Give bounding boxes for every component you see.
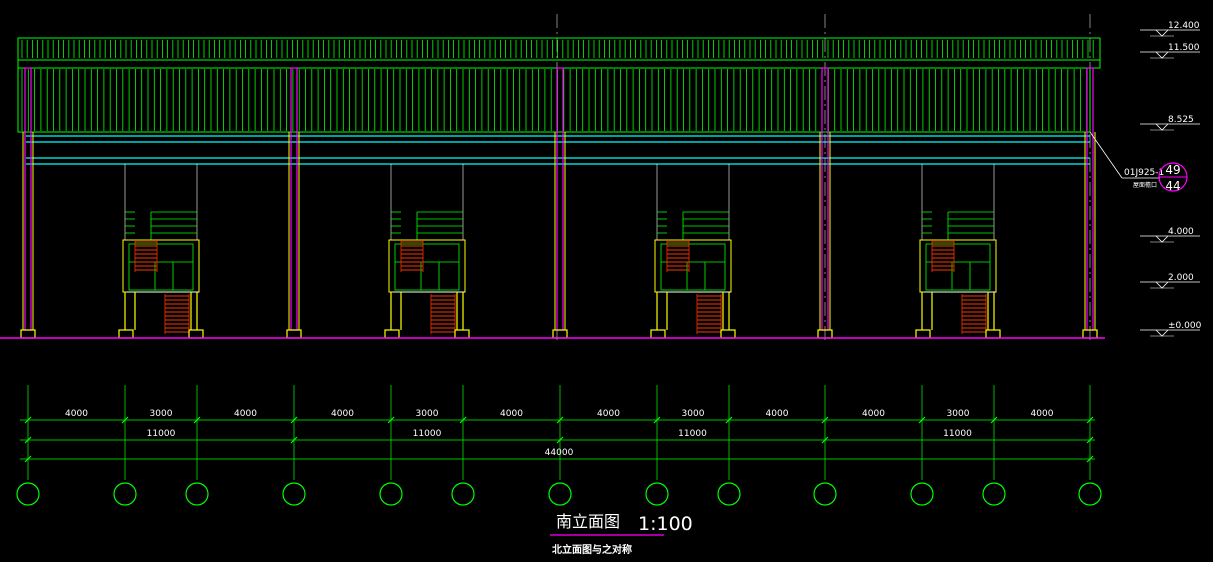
axis-bubble[interactable] (451, 482, 475, 506)
axis-bubble[interactable] (379, 482, 403, 506)
module-dimension: 11000 (413, 429, 442, 439)
level-label: 4.000 (1168, 227, 1194, 237)
level-marker: 8.525 (1140, 115, 1200, 131)
callout-reference: 01J925-1 (1124, 168, 1164, 178)
roof-fascia (17, 37, 1101, 61)
bay-dimension: 3000 (947, 409, 970, 419)
level-label: ±0.000 (1168, 321, 1202, 331)
callout-sub-label: 屋面檐口 (1133, 181, 1157, 189)
detail-callout[interactable]: 01J925-1 屋面檐口 49 44 (1089, 131, 1188, 193)
platform-frame (654, 239, 732, 293)
bay-dimension: 4000 (1031, 409, 1054, 419)
callout-denominator: 44 (1165, 179, 1180, 193)
level-triangle (1155, 235, 1169, 243)
bay-dimension: 4000 (766, 409, 789, 419)
roof-fascia-ribs (21, 40, 1094, 58)
axis-bubbles (16, 482, 1102, 506)
level-marker: 4.000 (1140, 227, 1200, 243)
module-dimension: 11000 (678, 429, 707, 439)
bay-dimension: 3000 (150, 409, 173, 419)
level-marker: 11.500 (1140, 43, 1200, 59)
roof-beams (26, 135, 1090, 165)
axis-bubble[interactable] (16, 482, 40, 506)
drawing-scale: 1:100 (638, 513, 693, 535)
dimension-chains: 4000 3000 4000 4000 3000 4000 4000 3000 4000 4000… (20, 385, 1095, 480)
module-dimension: 11000 (943, 429, 972, 439)
bay-dimension: 3000 (416, 409, 439, 419)
bay-dimension: 4000 (234, 409, 257, 419)
level-triangle (1155, 281, 1169, 289)
stair-footing (454, 329, 470, 339)
axis-bubble[interactable] (813, 482, 837, 506)
stair-footing (188, 329, 204, 339)
title-block: 南立面图 1:100 北立面图与之对称 (550, 512, 693, 556)
level-marker: 12.400 (1140, 21, 1200, 37)
platform-rail (660, 243, 726, 291)
axis-bubble[interactable] (282, 482, 306, 506)
level-triangle (1155, 29, 1169, 37)
main-column (290, 67, 298, 331)
platform-rail (925, 243, 991, 291)
roof-canopy (17, 37, 1101, 133)
level-marker: ±0.000 (1140, 321, 1202, 337)
axis-bubble[interactable] (185, 482, 209, 506)
platform-frame (388, 239, 466, 293)
stair-footing (915, 329, 931, 339)
level-marker: 2.000 (1140, 273, 1200, 289)
axis-bubble[interactable] (645, 482, 669, 506)
level-triangle (1155, 123, 1169, 131)
stair-footing (985, 329, 1001, 339)
platform-frame (122, 239, 200, 293)
stair-units (118, 164, 1001, 339)
bay-dimension: 4000 (862, 409, 885, 419)
platform-rail (394, 243, 460, 291)
callout-numerator: 49 (1165, 163, 1180, 177)
total-dimension: 44000 (545, 448, 574, 458)
bay-dimension: 4000 (331, 409, 354, 419)
stair-footing (384, 329, 400, 339)
stair-unit (118, 164, 204, 339)
bay-dimension: 4000 (500, 409, 523, 419)
axis-bubble[interactable] (548, 482, 572, 506)
main-column (556, 67, 564, 331)
elevation-drawing: 12.400 11.500 8.525 4.000 2.000 ±0.000 01J925… (0, 14, 1202, 556)
platform-rail (128, 243, 194, 291)
drawing-note: 北立面图与之对称 (552, 543, 632, 556)
level-triangle (1155, 329, 1169, 337)
axis-bubble[interactable] (1078, 482, 1102, 506)
module-dimension: 11000 (147, 429, 176, 439)
axis-centerlines (556, 14, 1091, 340)
stair-unit (915, 164, 1001, 339)
stair-footing (118, 329, 134, 339)
level-triangle (1155, 51, 1169, 59)
axis-bubble[interactable] (113, 482, 137, 506)
bay-dimension: 3000 (682, 409, 705, 419)
roof-edge-strip (17, 59, 1101, 69)
column-footing (20, 329, 36, 339)
drawing-title: 南立面图 (556, 512, 620, 531)
bay-dimension: 4000 (597, 409, 620, 419)
cad-viewport[interactable]: 12.400 11.500 8.525 4.000 2.000 ±0.000 01J925… (0, 0, 1213, 558)
column-footing (552, 329, 568, 339)
level-label: 8.525 (1168, 115, 1194, 125)
bay-dimension: 4000 (65, 409, 88, 419)
axis-bubble[interactable] (982, 482, 1006, 506)
level-label: 2.000 (1168, 273, 1194, 283)
stair-footing (720, 329, 736, 339)
roof-panel-ribs (21, 69, 1088, 131)
axis-bubble[interactable] (910, 482, 934, 506)
column-footing (286, 329, 302, 339)
axis-bubble[interactable] (717, 482, 741, 506)
platform-frame (919, 239, 997, 293)
level-label: 12.400 (1168, 21, 1200, 31)
stair-footing (650, 329, 666, 339)
stair-unit (650, 164, 736, 339)
stair-unit (384, 164, 470, 339)
level-label: 11.500 (1168, 43, 1200, 53)
